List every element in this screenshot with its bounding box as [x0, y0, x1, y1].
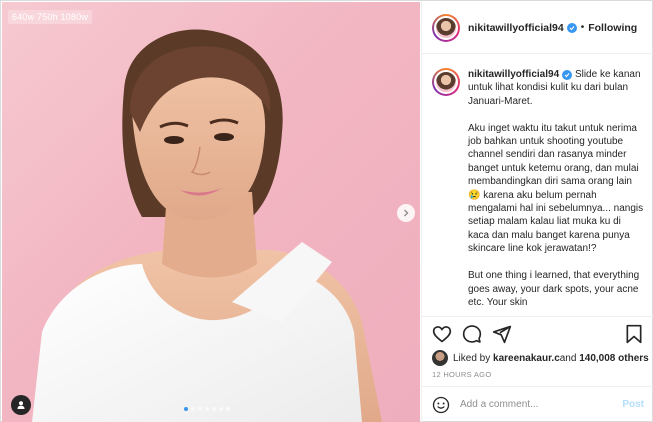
caption-row: nikitawillyofficial94 Slide ke kanan unt… — [432, 68, 644, 309]
share-icon[interactable] — [492, 324, 512, 344]
comment-bar: Post — [422, 386, 653, 422]
carousel-dot — [198, 407, 202, 411]
likes-prefix: Liked by — [453, 352, 491, 364]
carousel-dot — [226, 407, 230, 411]
caption-avatar[interactable] — [432, 68, 460, 96]
caption-text: Slide ke kanan untuk lihat kondisi kulit… — [468, 69, 644, 308]
emoji-icon[interactable] — [432, 396, 450, 414]
verified-badge-icon — [566, 22, 577, 33]
carousel-dot — [191, 407, 195, 411]
header-separator: • — [580, 22, 585, 33]
header-username[interactable]: nikitawillyofficial94 — [468, 22, 564, 34]
caption-area[interactable]: nikitawillyofficial94 Slide ke kanan unt… — [422, 54, 653, 316]
liker-username[interactable]: kareenakaur.c — [493, 353, 560, 364]
post-dialog: 640w 750h 1080w nikitawillyofficial94 • … — [0, 0, 653, 422]
likes-summary: Liked by kareenakaur.c and 140,008 other… — [432, 350, 649, 366]
carousel-dot — [184, 407, 188, 411]
carousel-dot — [219, 407, 223, 411]
resolution-label: 640w 750h 1080w — [8, 10, 93, 24]
portrait-photo — [32, 29, 382, 422]
post-media[interactable]: 640w 750h 1080w — [2, 2, 420, 422]
verified-badge-icon — [562, 70, 573, 80]
action-icons — [432, 324, 512, 344]
post-side-panel: nikitawillyofficial94 • Following nikita… — [421, 2, 653, 422]
caption-text-block: nikitawillyofficial94 Slide ke kanan unt… — [468, 68, 644, 309]
chevron-right-icon — [404, 209, 409, 217]
post-comment-button[interactable]: Post — [622, 399, 644, 410]
liker-avatar[interactable] — [432, 350, 448, 366]
heart-icon[interactable] — [432, 324, 452, 344]
likes-count[interactable]: 140,008 others — [579, 353, 649, 364]
next-slide-button[interactable] — [397, 204, 415, 222]
caption-username[interactable]: nikitawillyofficial94 — [468, 69, 559, 80]
likes-middle: and — [559, 352, 577, 364]
following-button[interactable]: Following — [588, 22, 637, 34]
carousel-dot — [205, 407, 209, 411]
post-header: nikitawillyofficial94 • Following — [422, 2, 653, 54]
comment-icon[interactable] — [462, 324, 482, 344]
comment-input[interactable] — [460, 399, 610, 410]
avatar[interactable] — [432, 13, 460, 42]
carousel-dot — [212, 407, 216, 411]
user-tag-icon — [17, 401, 25, 409]
post-timestamp[interactable]: 12 HOURS AGO — [432, 370, 491, 379]
tagged-users-button[interactable] — [11, 395, 31, 415]
bookmark-icon[interactable] — [624, 324, 644, 344]
carousel-indicator — [184, 407, 230, 411]
